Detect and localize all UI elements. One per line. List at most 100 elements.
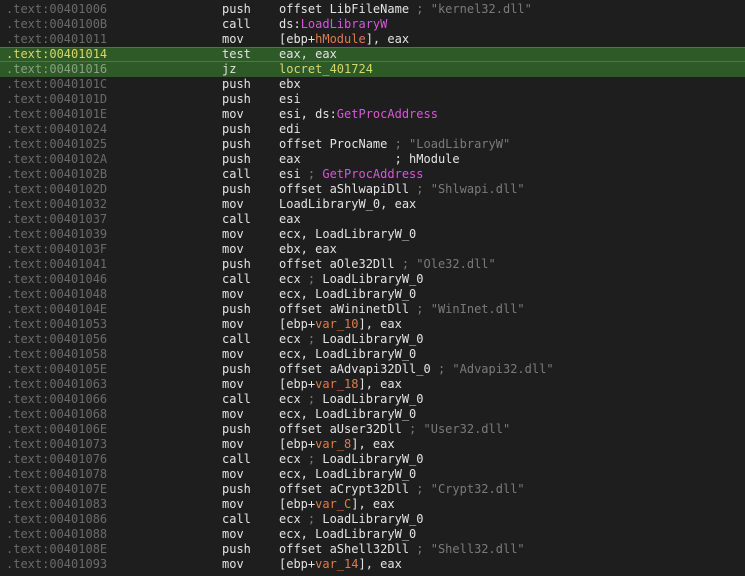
- instruction-mnemonic[interactable]: call: [222, 332, 251, 347]
- listing-row[interactable]: .text:00401083 mov [ebp+var_C], eax: [0, 497, 745, 512]
- instruction-mnemonic[interactable]: test: [222, 48, 251, 61]
- listing-row[interactable]: .text:00401066 call ecx ; LoadLibraryW_0: [0, 392, 745, 407]
- operand-token[interactable]: ecx: [279, 392, 308, 406]
- instruction-operands[interactable]: offset aOle32Dll ; "Ole32.dll": [279, 257, 496, 272]
- instruction-mnemonic[interactable]: mov: [222, 377, 244, 392]
- instruction-mnemonic[interactable]: push: [222, 362, 251, 377]
- instruction-mnemonic[interactable]: call: [222, 212, 251, 227]
- listing-row[interactable]: .text:0040101D push esi: [0, 92, 745, 107]
- instruction-mnemonic[interactable]: mov: [222, 407, 244, 422]
- listing-row[interactable]: .text:00401078 mov ecx, LoadLibraryW_0: [0, 467, 745, 482]
- operand-token[interactable]: var_10: [315, 317, 358, 331]
- listing-row[interactable]: .text:0040108E push offset aShell32Dll ; "…: [0, 542, 745, 557]
- listing-row[interactable]: .text:00401073 mov [ebp+var_8], eax: [0, 437, 745, 452]
- disassembly-listing[interactable]: .text:00401006 push offset LibFileName ; "…: [0, 0, 745, 576]
- instruction-mnemonic[interactable]: call: [222, 512, 251, 527]
- instruction-operands[interactable]: [ebp+var_8], eax: [279, 437, 395, 452]
- listing-row[interactable]: .text:0040100B call ds:LoadLibraryW: [0, 17, 745, 32]
- listing-row[interactable]: .text:00401093 mov [ebp+var_14], eax: [0, 557, 745, 572]
- instruction-operands[interactable]: ecx ; LoadLibraryW_0: [279, 332, 424, 347]
- instruction-address[interactable]: .text:0040101C: [6, 77, 107, 92]
- instruction-address[interactable]: .text:00401073: [6, 437, 107, 452]
- instruction-operands[interactable]: ecx, LoadLibraryW_0: [279, 467, 416, 482]
- instruction-operands[interactable]: [ebp+var_10], eax: [279, 317, 402, 332]
- instruction-address[interactable]: .text:00401048: [6, 287, 107, 302]
- operand-token[interactable]: edi: [279, 122, 301, 136]
- instruction-address[interactable]: .text:00401053: [6, 317, 107, 332]
- operand-token[interactable]: var_8: [315, 437, 351, 451]
- instruction-operands[interactable]: eax, eax: [279, 48, 337, 61]
- operand-token[interactable]: locret_401724: [279, 62, 373, 76]
- operand-token[interactable]: offset aOle32Dll: [279, 257, 402, 271]
- instruction-mnemonic[interactable]: mov: [222, 317, 244, 332]
- instruction-mnemonic[interactable]: mov: [222, 467, 244, 482]
- instruction-operands[interactable]: esi: [279, 92, 301, 107]
- operand-token[interactable]: ], eax: [351, 497, 394, 511]
- listing-row[interactable]: .text:00401006 push offset LibFileName ; "…: [0, 2, 745, 17]
- operand-token[interactable]: ecx: [279, 332, 308, 346]
- instruction-operands[interactable]: eax: [279, 212, 301, 227]
- instruction-operands[interactable]: eax ; hModule: [279, 152, 460, 167]
- instruction-operands[interactable]: esi ; GetProcAddress: [279, 167, 424, 182]
- listing-row[interactable]: .text:00401041 push offset aOle32Dll ; "Ol…: [0, 257, 745, 272]
- operand-token[interactable]: ebx, eax: [279, 242, 337, 256]
- instruction-address[interactable]: .text:00401024: [6, 122, 107, 137]
- operand-token[interactable]: offset aShell32Dll: [279, 542, 416, 556]
- listing-row[interactable]: .text:00401076 call ecx ; LoadLibraryW_0: [0, 452, 745, 467]
- instruction-address[interactable]: .text:0040100B: [6, 17, 107, 32]
- instruction-address[interactable]: .text:00401011: [6, 32, 107, 47]
- instruction-mnemonic[interactable]: push: [222, 137, 251, 152]
- instruction-mnemonic[interactable]: push: [222, 152, 251, 167]
- instruction-mnemonic[interactable]: mov: [222, 107, 244, 122]
- instruction-operands[interactable]: locret_401724: [279, 62, 373, 77]
- instruction-operands[interactable]: offset aUser32Dll ; "User32.dll": [279, 422, 510, 437]
- listing-row[interactable]: .text:0040106E push offset aUser32Dll ; "U…: [0, 422, 745, 437]
- instruction-address[interactable]: .text:00401063: [6, 377, 107, 392]
- operand-token[interactable]: offset LibFileName: [279, 2, 416, 16]
- instruction-address[interactable]: .text:0040105E: [6, 362, 107, 377]
- instruction-address[interactable]: .text:00401066: [6, 392, 107, 407]
- instruction-mnemonic[interactable]: mov: [222, 497, 244, 512]
- instruction-operands[interactable]: ebx: [279, 77, 301, 92]
- instruction-address[interactable]: .text:00401068: [6, 407, 107, 422]
- listing-row[interactable]: .text:00401053 mov [ebp+var_10], eax: [0, 317, 745, 332]
- operand-token[interactable]: hModule: [315, 32, 366, 46]
- instruction-operands[interactable]: ecx ; LoadLibraryW_0: [279, 452, 424, 467]
- instruction-mnemonic[interactable]: mov: [222, 287, 244, 302]
- instruction-address[interactable]: .text:00401039: [6, 227, 107, 242]
- instruction-operands[interactable]: ecx ; LoadLibraryW_0: [279, 392, 424, 407]
- instruction-mnemonic[interactable]: jz: [222, 62, 236, 77]
- listing-row[interactable]: .text:00401063 mov [ebp+var_18], eax: [0, 377, 745, 392]
- operand-token[interactable]: ], eax: [351, 437, 394, 451]
- operand-token[interactable]: var_C: [315, 497, 351, 511]
- listing-row[interactable]: .text:00401088 mov ecx, LoadLibraryW_0: [0, 527, 745, 542]
- instruction-address[interactable]: .text:0040107E: [6, 482, 107, 497]
- instruction-operands[interactable]: ecx, LoadLibraryW_0: [279, 407, 416, 422]
- listing-row[interactable]: .text:00401068 mov ecx, LoadLibraryW_0: [0, 407, 745, 422]
- listing-row[interactable]: .text:0040102A push eax ; hModule: [0, 152, 745, 167]
- instruction-address[interactable]: .text:00401041: [6, 257, 107, 272]
- listing-row[interactable]: .text:0040105E push offset aAdvapi32Dll_0 …: [0, 362, 745, 377]
- instruction-operands[interactable]: edi: [279, 122, 301, 137]
- listing-row[interactable]: .text:00401037 call eax: [0, 212, 745, 227]
- instruction-operands[interactable]: ecx, LoadLibraryW_0: [279, 347, 416, 362]
- operand-token[interactable]: ], eax: [366, 32, 409, 46]
- instruction-mnemonic[interactable]: push: [222, 2, 251, 17]
- instruction-operands[interactable]: offset aShlwapiDll ; "Shlwapi.dll": [279, 182, 525, 197]
- instruction-operands[interactable]: [ebp+hModule], eax: [279, 32, 409, 47]
- listing-row[interactable]: .text:0040102B call esi ; GetProcAddress: [0, 167, 745, 182]
- instruction-address[interactable]: .text:00401076: [6, 452, 107, 467]
- instruction-mnemonic[interactable]: call: [222, 272, 251, 287]
- operand-token[interactable]: ecx: [279, 512, 308, 526]
- instruction-operands[interactable]: offset LibFileName ; "kernel32.dll": [279, 2, 532, 17]
- operand-token[interactable]: LoadLibraryW_0: [322, 452, 423, 466]
- instruction-mnemonic[interactable]: push: [222, 122, 251, 137]
- operand-token[interactable]: offset aShlwapiDll: [279, 182, 416, 196]
- instruction-mnemonic[interactable]: call: [222, 392, 251, 407]
- instruction-operands[interactable]: ecx ; LoadLibraryW_0: [279, 512, 424, 527]
- instruction-address[interactable]: .text:00401086: [6, 512, 107, 527]
- instruction-address[interactable]: .text:00401037: [6, 212, 107, 227]
- operand-token[interactable]: offset aAdvapi32Dll_0: [279, 362, 438, 376]
- operand-token[interactable]: [ebp+: [279, 32, 315, 46]
- instruction-operands[interactable]: offset ProcName ; "LoadLibraryW": [279, 137, 510, 152]
